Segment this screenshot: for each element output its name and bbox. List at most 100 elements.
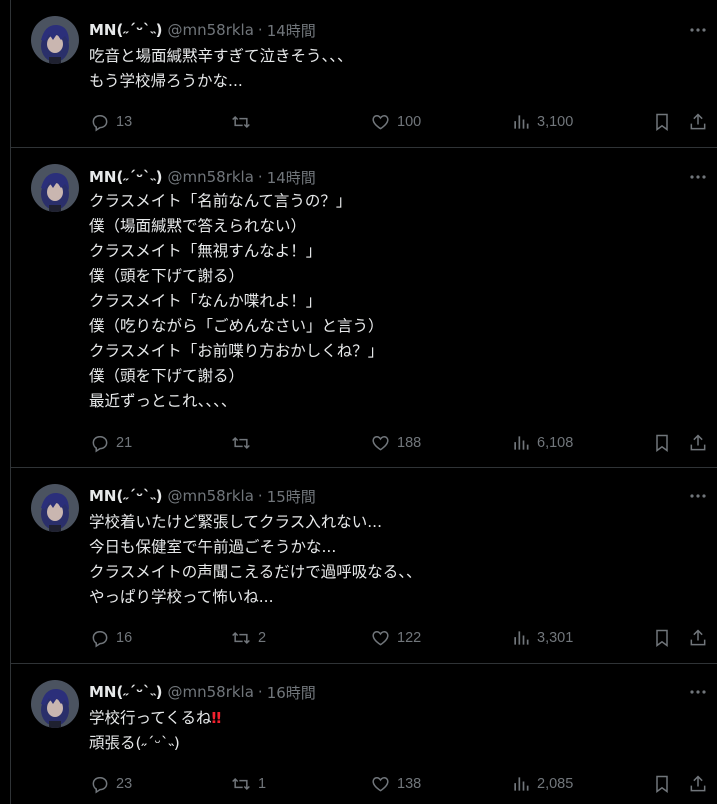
view-count: 2,085 [537, 776, 574, 792]
views-icon [514, 115, 529, 129]
share-icon [690, 775, 706, 792]
more-icon[interactable] [689, 168, 707, 186]
avatar[interactable] [31, 16, 79, 64]
tweet-text: 学校着いたけど緊張してクラス入れない... 今日も保健室で午前過ごそうかな...… [89, 510, 698, 610]
tweet[interactable]: MN(˶ˊᵕˋ˵) @mn58rkla · 14時間 クラスメイト「名前なんて言… [11, 148, 717, 468]
share-button[interactable] [688, 772, 708, 796]
views-button[interactable]: 6,108 [511, 431, 573, 455]
reply-count: 16 [116, 630, 133, 646]
handle[interactable]: @mn58rkla [168, 21, 254, 39]
timeline: MN(˶ˊᵕˋ˵) @mn58rkla · 14時間 吃音と場面緘黙辛すぎて泣き… [10, 0, 717, 804]
bookmark-button[interactable] [652, 110, 672, 134]
timestamp[interactable]: 15時間 [267, 486, 316, 507]
tweet-text-line: 僕（頭を下げて謝る） [89, 267, 245, 285]
reply-button[interactable]: 13 [90, 110, 132, 134]
bookmark-button[interactable] [652, 626, 672, 650]
reply-button[interactable]: 16 [90, 626, 132, 650]
bookmark-button[interactable] [652, 431, 672, 455]
repost-button[interactable] [230, 110, 258, 134]
tweet[interactable]: MN(˶ˊᵕˋ˵) @mn58rkla · 16時間 学校行ってくるね‼ 頑張る… [11, 664, 717, 804]
separator: · [257, 487, 263, 505]
action-bar: 13 100 3,100 [11, 110, 717, 134]
repost-icon [232, 777, 250, 791]
like-button[interactable]: 122 [370, 626, 421, 650]
like-count: 100 [397, 114, 422, 130]
more-icon[interactable] [689, 683, 707, 701]
reply-button[interactable]: 21 [90, 431, 132, 455]
share-icon [690, 629, 706, 646]
tweet-text-line: クラスメイトの声聞こえるだけで過呼吸なる、、 [89, 563, 422, 581]
repost-button[interactable]: 1 [230, 772, 266, 796]
handle[interactable]: @mn58rkla [168, 168, 254, 186]
display-name[interactable]: MN(˶ˊᵕˋ˵) [89, 21, 163, 39]
tweet-text-line: 僕（頭を下げて謝る） [89, 367, 245, 385]
handle[interactable]: @mn58rkla [168, 487, 254, 505]
timestamp[interactable]: 14時間 [267, 167, 316, 188]
view-count: 3,100 [537, 114, 574, 130]
share-icon [690, 113, 706, 130]
action-bar: 21 188 6,108 [11, 431, 717, 455]
display-name[interactable]: MN(˶ˊᵕˋ˵) [89, 487, 163, 505]
tweet-text-line: やっぱり学校って怖いね... [89, 588, 274, 606]
bookmark-icon [656, 775, 668, 793]
tweet-text-segment: 学校行ってくるね [89, 709, 212, 727]
views-button[interactable]: 3,301 [511, 626, 573, 650]
handle[interactable]: @mn58rkla [168, 683, 254, 701]
tweet-text-line: 僕（吃りながら「ごめんなさい」と言う） [89, 317, 384, 335]
reply-icon [92, 631, 108, 648]
share-button[interactable] [688, 626, 708, 650]
tweet-text-line: クラスメイト「名前なんて言うの？」 [89, 192, 352, 210]
tweet-header: MN(˶ˊᵕˋ˵) @mn58rkla · 15時間 [89, 486, 316, 506]
avatar[interactable] [31, 484, 79, 532]
bookmark-button[interactable] [652, 772, 672, 796]
reply-count: 23 [116, 776, 133, 792]
bookmark-icon [656, 629, 668, 647]
action-bar: 23 1 138 2,085 [11, 772, 717, 796]
reply-icon [92, 777, 108, 794]
bookmark-icon [656, 434, 668, 452]
timestamp[interactable]: 16時間 [267, 682, 316, 703]
repost-button[interactable]: 2 [230, 626, 266, 650]
share-button[interactable] [688, 110, 708, 134]
tweet-header: MN(˶ˊᵕˋ˵) @mn58rkla · 14時間 [89, 167, 316, 187]
display-name[interactable]: MN(˶ˊᵕˋ˵) [89, 683, 163, 701]
like-button[interactable]: 188 [370, 431, 421, 455]
views-icon [514, 631, 529, 645]
heart-icon [372, 435, 389, 451]
views-button[interactable]: 2,085 [511, 772, 573, 796]
heart-icon [372, 114, 389, 130]
avatar[interactable] [31, 680, 79, 728]
tweet[interactable]: MN(˶ˊᵕˋ˵) @mn58rkla · 15時間 学校着いたけど緊張してクラ… [11, 468, 717, 664]
tweet-text-line: クラスメイト「無視すんなよ！」 [89, 242, 322, 260]
avatar[interactable] [31, 164, 79, 212]
tweet-text: クラスメイト「名前なんて言うの？」 僕（場面緘黙で答えられない） クラスメイト「… [89, 189, 698, 414]
tweet[interactable]: MN(˶ˊᵕˋ˵) @mn58rkla · 14時間 吃音と場面緘黙辛すぎて泣き… [11, 0, 717, 148]
display-name[interactable]: MN(˶ˊᵕˋ˵) [89, 168, 163, 186]
like-count: 138 [397, 776, 422, 792]
more-icon[interactable] [689, 487, 707, 505]
timestamp[interactable]: 14時間 [267, 20, 316, 41]
double-exclamation-emoji: ‼ [211, 709, 221, 727]
more-icon[interactable] [689, 21, 707, 39]
share-button[interactable] [688, 431, 708, 455]
tweet-text-line: 最近ずっとこれ、、、、 [89, 392, 237, 410]
views-button[interactable]: 3,100 [511, 110, 573, 134]
like-button[interactable]: 138 [370, 772, 421, 796]
repost-icon [232, 436, 250, 450]
tweet-header: MN(˶ˊᵕˋ˵) @mn58rkla · 14時間 [89, 20, 316, 40]
action-bar: 16 2 122 3,301 [11, 626, 717, 650]
reply-icon [92, 436, 108, 453]
reply-count: 21 [116, 435, 133, 451]
repost-count: 1 [258, 776, 267, 792]
repost-icon [232, 631, 250, 645]
like-count: 122 [397, 630, 422, 646]
like-button[interactable]: 100 [370, 110, 421, 134]
views-icon [514, 777, 529, 791]
reply-button[interactable]: 23 [90, 772, 132, 796]
reply-icon [92, 115, 108, 132]
tweet-text-line: 学校着いたけど緊張してクラス入れない... [89, 513, 383, 531]
repost-button[interactable] [230, 431, 258, 455]
tweet-header: MN(˶ˊᵕˋ˵) @mn58rkla · 16時間 [89, 682, 316, 702]
separator: · [257, 168, 263, 186]
repost-icon [232, 115, 250, 129]
